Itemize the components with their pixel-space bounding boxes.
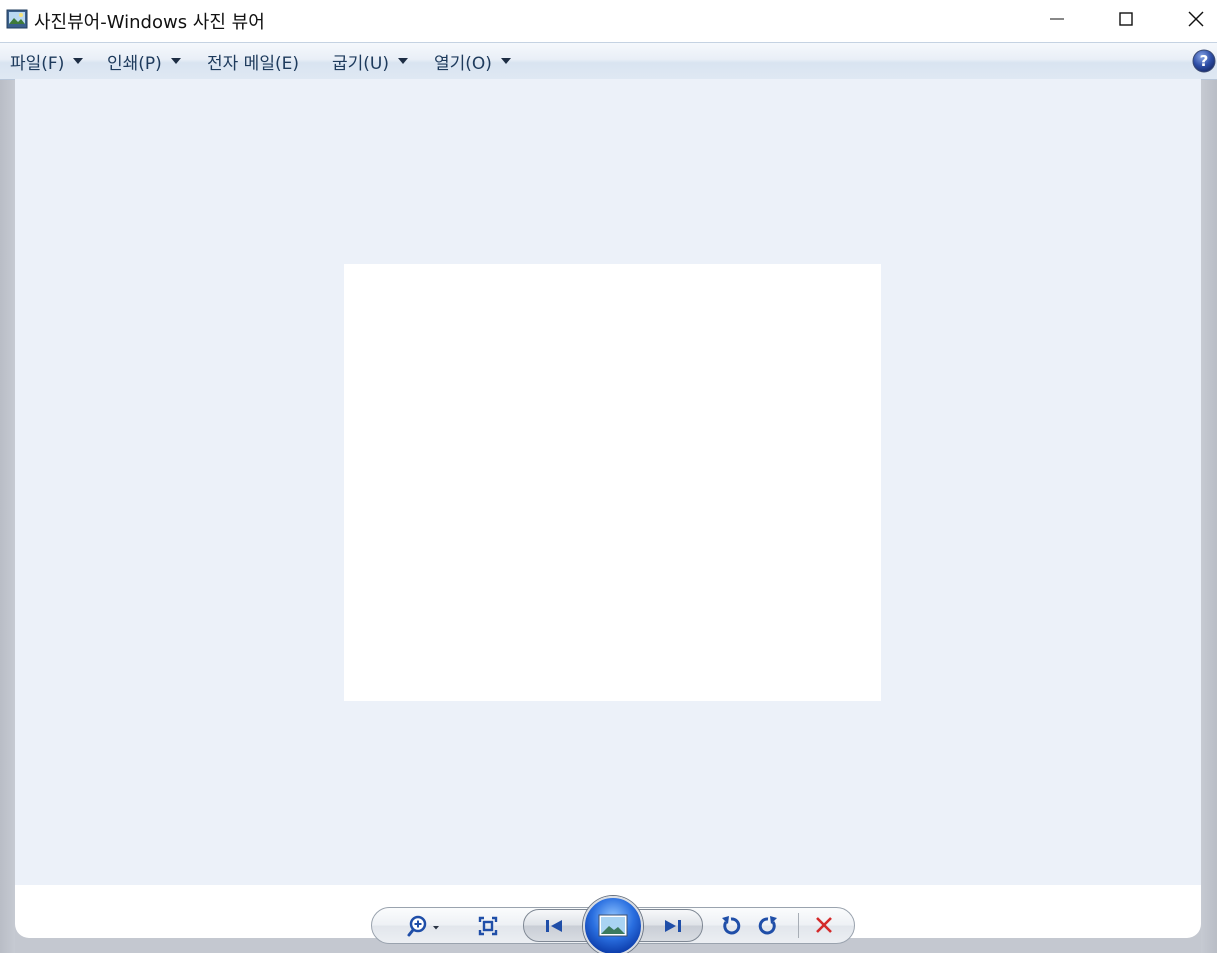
chevron-down-icon (500, 58, 511, 64)
menu-open-label: 열기(O) (434, 53, 492, 74)
rotate-counterclockwise-button[interactable] (716, 911, 744, 941)
svg-text:?: ? (1200, 52, 1209, 70)
next-icon (665, 920, 681, 932)
menu-print[interactable]: 인쇄(P) (107, 50, 181, 74)
previous-icon (546, 920, 562, 932)
slideshow-button[interactable] (583, 896, 643, 953)
menu-file-label: 파일(F) (10, 53, 65, 74)
chevron-down-icon (170, 58, 181, 64)
displayed-photo (344, 264, 881, 701)
actual-size-button[interactable] (474, 912, 502, 940)
menu-print-label: 인쇄(P) (107, 53, 162, 74)
menu-file[interactable]: 파일(F) (10, 50, 84, 74)
photo-viewer-app-icon (6, 9, 28, 29)
minimize-button[interactable] (1034, 4, 1080, 34)
delete-icon (816, 917, 832, 933)
rotate-counterclockwise-icon (722, 916, 741, 935)
maximize-button[interactable] (1103, 4, 1149, 34)
help-button[interactable]: ? (1192, 49, 1216, 73)
maximize-icon (1119, 12, 1133, 26)
chevron-down-icon (73, 58, 84, 64)
backdrop-right (1201, 0, 1217, 953)
menu-bar: 파일(F) 인쇄(P) 전자 메일(E) 굽기(U) 열기(O) ? (0, 42, 1217, 80)
actual-size-icon (478, 916, 498, 936)
slideshow-icon (598, 914, 628, 937)
photo-viewer-window: 사진뷰어-Windows 사진 뷰어 파일(F) 인쇄(P) 전자 메일(E) … (0, 0, 1217, 953)
window-title: 사진뷰어-Windows 사진 뷰어 (34, 12, 265, 33)
help-icon: ? (1192, 49, 1216, 73)
rotate-clockwise-button[interactable] (755, 911, 783, 941)
menu-email-label: 전자 메일(E) (207, 53, 299, 74)
title-bar: 사진뷰어-Windows 사진 뷰어 (0, 0, 1217, 42)
zoom-icon (407, 915, 439, 937)
minimize-icon (1050, 18, 1064, 20)
menu-burn[interactable]: 굽기(U) (332, 50, 408, 74)
close-icon (1188, 11, 1204, 27)
backdrop-left (0, 0, 15, 953)
chevron-down-icon (398, 58, 408, 64)
zoom-button[interactable] (402, 912, 446, 940)
menu-email[interactable]: 전자 메일(E) (207, 50, 299, 74)
toolbar-divider (798, 913, 799, 938)
rotate-clockwise-icon (758, 916, 777, 935)
delete-button[interactable] (810, 911, 838, 939)
close-button[interactable] (1173, 4, 1217, 34)
menu-open[interactable]: 열기(O) (434, 50, 511, 74)
menu-burn-label: 굽기(U) (332, 53, 389, 74)
